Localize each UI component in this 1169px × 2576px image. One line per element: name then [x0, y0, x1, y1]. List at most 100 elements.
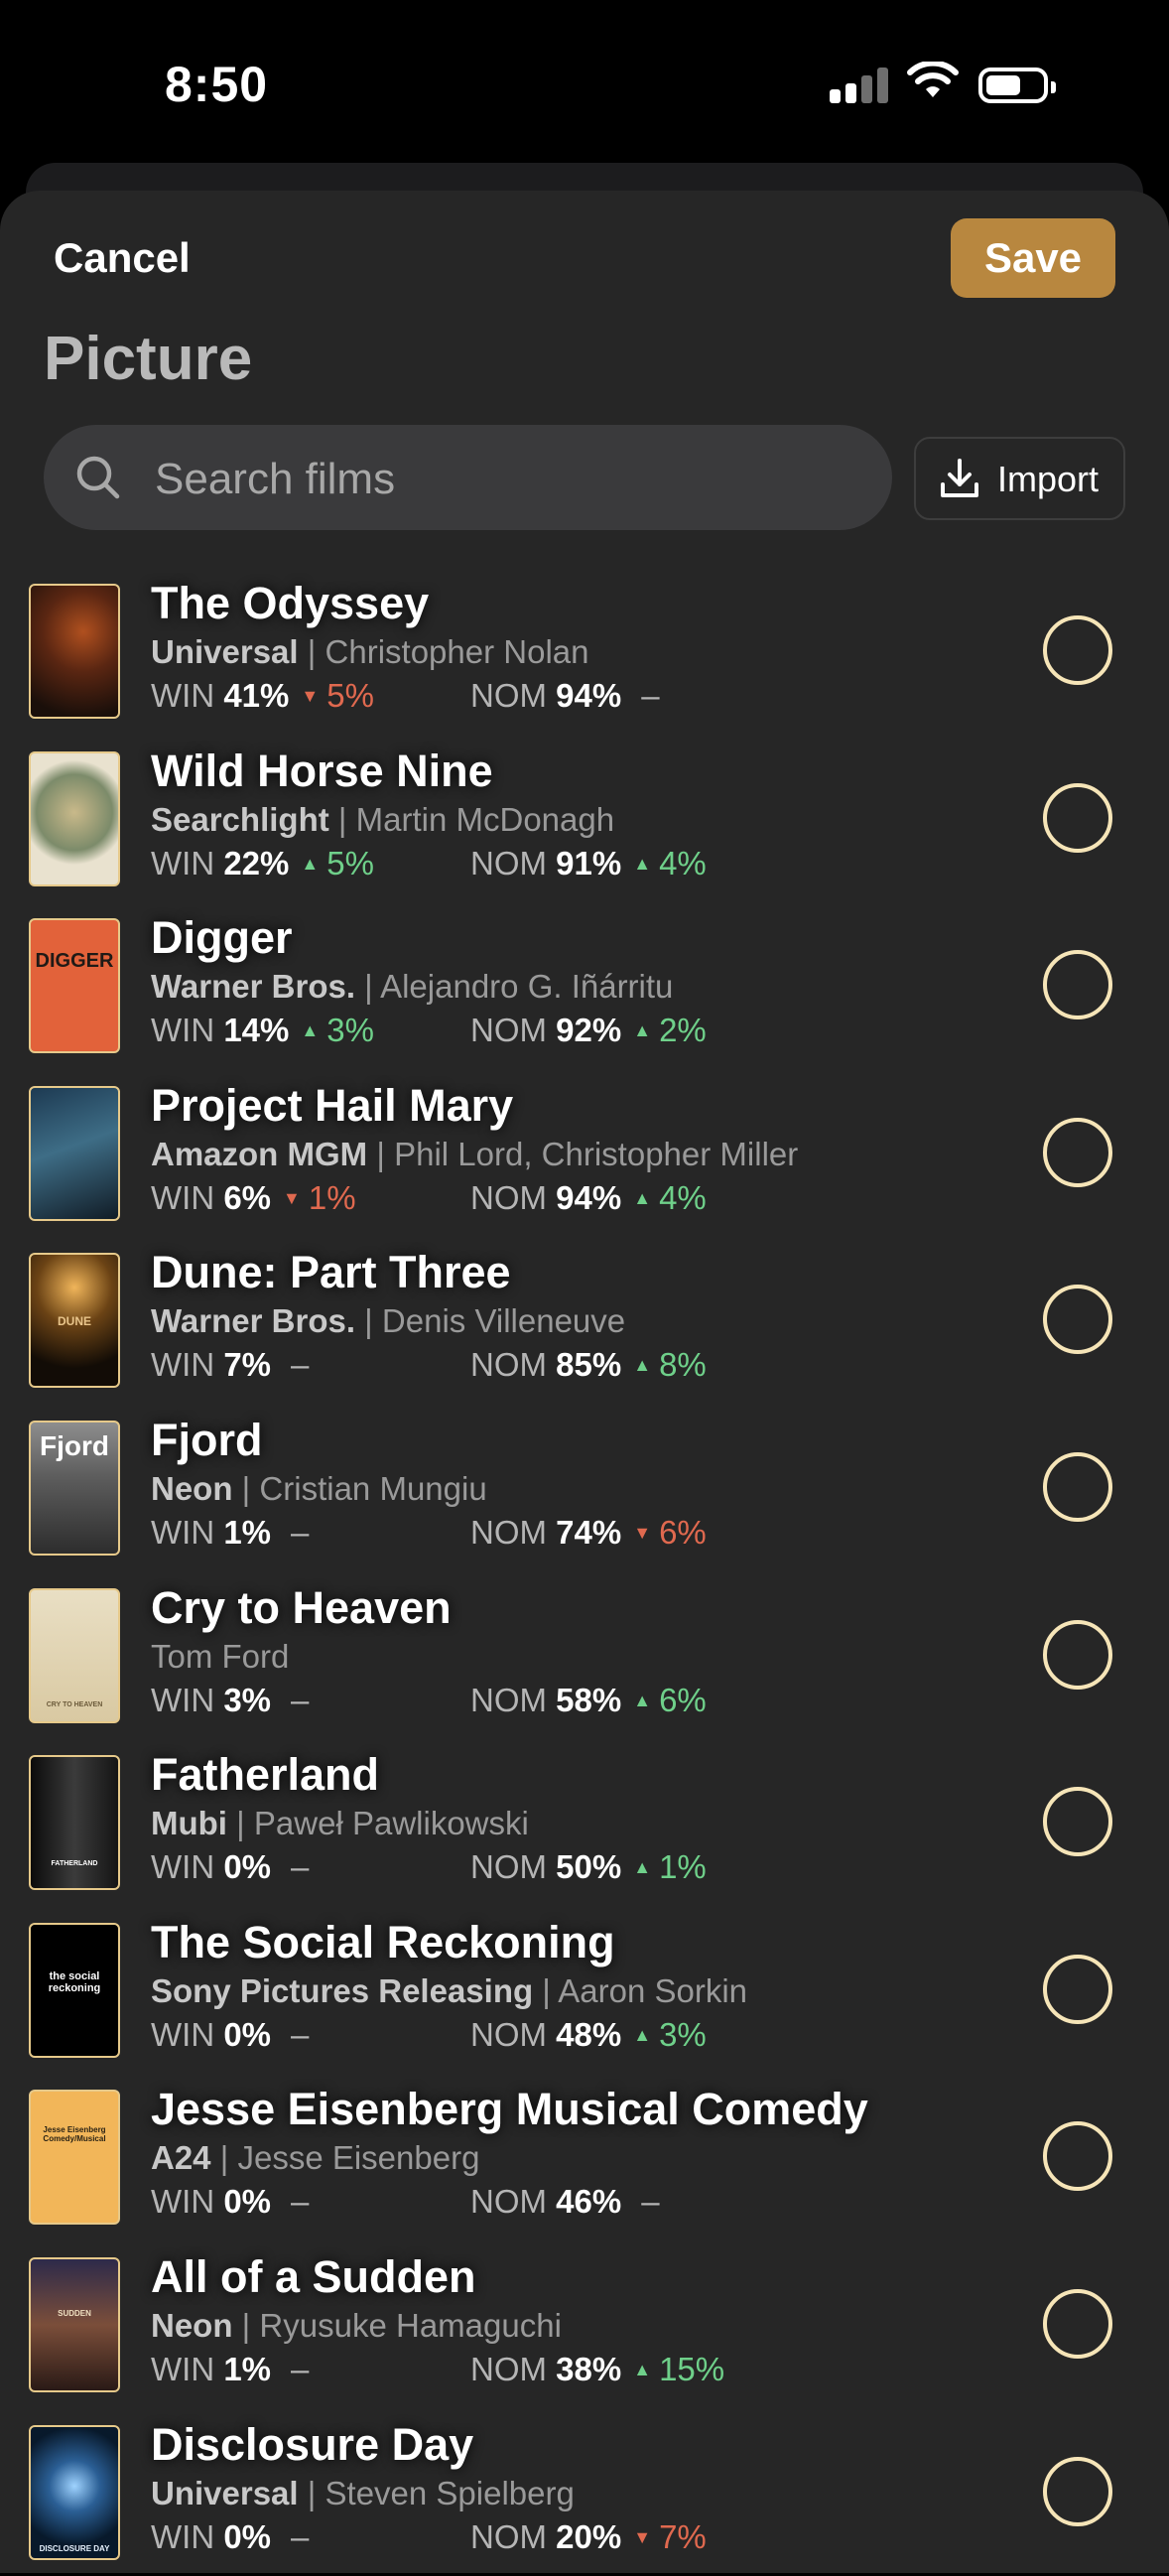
film-title: Dune: Part Three [151, 1247, 511, 1297]
film-row[interactable]: The Odyssey Universal | Christopher Nolan… [0, 568, 1169, 735]
film-director: Ryusuke Hamaguchi [259, 2307, 562, 2344]
film-studio: Neon [151, 1470, 233, 1507]
film-row[interactable]: Fjord Fjord Neon | Cristian Mungiu WIN 1% – N… [0, 1405, 1169, 1571]
import-button[interactable]: Import [914, 437, 1125, 520]
film-studio: Warner Bros. [151, 968, 355, 1005]
film-meta: Amazon MGM | Phil Lord, Christopher Mill… [151, 1136, 798, 1173]
win-label: WIN [151, 1179, 215, 1216]
film-odds: WIN 0% – NOM 50% ▲ 1% [151, 1848, 905, 1892]
nom-label: NOM [470, 845, 547, 881]
film-odds: WIN 0% – NOM 48% ▲ 3% [151, 2016, 905, 2060]
win-value: 0% [223, 2518, 272, 2555]
select-radio-button[interactable] [1043, 1452, 1112, 1522]
film-studio: Neon [151, 2307, 233, 2344]
meta-separator: | [355, 968, 381, 1005]
film-director: Tom Ford [151, 1638, 290, 1675]
nom-label: NOM [470, 2518, 547, 2555]
win-change: 5% [326, 677, 374, 714]
triangle-up-icon: ▲ 5% [289, 845, 374, 881]
film-row[interactable]: DUNE Dune: Part Three Warner Bros. | Denis… [0, 1237, 1169, 1404]
select-radio-button[interactable] [1043, 2121, 1112, 2191]
film-poster [29, 751, 120, 886]
no-change-dash-icon: – [641, 677, 660, 714]
film-poster: FATHERLAND [29, 1755, 120, 1890]
film-director: Denis Villeneuve [381, 1302, 626, 1339]
nom-change: 6% [659, 1682, 707, 1718]
nom-label: NOM [470, 2351, 547, 2387]
meta-separator: | [232, 2307, 260, 2344]
film-row[interactable]: the social reckoning The Social Reckoning… [0, 1907, 1169, 2074]
film-meta: Warner Bros. | Denis Villeneuve [151, 1302, 625, 1340]
select-radio-button[interactable] [1043, 950, 1112, 1019]
meta-separator: | [298, 633, 325, 670]
film-odds: WIN 22% ▲ 5% NOM 91% ▲ 4% [151, 845, 905, 888]
film-row[interactable]: Wild Horse Nine Searchlight | Martin McDo… [0, 736, 1169, 902]
win-odds: WIN 0% – [151, 2183, 309, 2221]
film-title: The Odyssey [151, 578, 430, 628]
nom-value: 94% [556, 1179, 622, 1216]
up-arrow-icon: ▲ [633, 1020, 652, 1040]
select-radio-button[interactable] [1043, 783, 1112, 853]
nom-value: 50% [556, 1848, 622, 1885]
meta-separator: | [210, 2139, 238, 2176]
poster-title: DUNE [57, 1314, 91, 1328]
win-odds: WIN 0% – [151, 2518, 309, 2556]
no-change-dash-icon: – [291, 1682, 310, 1718]
film-row[interactable]: FATHERLAND Fatherland Mubi | Paweł Pawliko… [0, 1739, 1169, 1906]
select-radio-button[interactable] [1043, 1955, 1112, 2024]
nom-label: NOM [470, 2183, 547, 2220]
select-radio-button[interactable] [1043, 1285, 1112, 1354]
film-odds: WIN 0% – NOM 20% ▼ 7% [151, 2518, 905, 2562]
battery-icon [978, 68, 1056, 103]
search-field[interactable]: Search films [44, 425, 892, 530]
film-poster: DISCLOSURE DAY [29, 2425, 120, 2560]
meta-separator: | [367, 1136, 395, 1172]
film-row[interactable]: Project Hail Mary Amazon MGM | Phil Lord,… [0, 1070, 1169, 1237]
win-value: 22% [223, 845, 290, 881]
film-row[interactable]: Jesse Eisenberg Comedy/Musical Jesse Eise… [0, 2074, 1169, 2240]
nom-change: 7% [659, 2518, 707, 2555]
poster-title: CRY TO HEAVEN [46, 1701, 103, 1708]
nom-odds: NOM 20% ▼ 7% [470, 2518, 707, 2556]
cancel-button[interactable]: Cancel [54, 234, 191, 282]
film-studio: Warner Bros. [151, 1302, 355, 1339]
win-odds: WIN 6% ▼ 1% [151, 1179, 356, 1217]
nom-value: 94% [556, 677, 622, 714]
film-odds: WIN 3% – NOM 58% ▲ 6% [151, 1682, 905, 1725]
select-radio-button[interactable] [1043, 1787, 1112, 1856]
film-director: Cristian Mungiu [259, 1470, 487, 1507]
triangle-up-icon: ▲ 6% [621, 1682, 707, 1718]
film-odds: WIN 41% ▼ 5% NOM 94% – [151, 677, 905, 721]
win-label: WIN [151, 1514, 215, 1551]
film-poster: the social reckoning [29, 1923, 120, 2058]
film-row[interactable]: CRY TO HEAVEN Cry to Heaven Tom Ford WIN 3%… [0, 1572, 1169, 1739]
film-studio: Universal [151, 2475, 299, 2511]
win-label: WIN [151, 2351, 215, 2387]
up-arrow-icon: ▲ [301, 1020, 320, 1040]
win-label: WIN [151, 1682, 215, 1718]
film-row[interactable]: SUDDEN All of a Sudden Neon | Ryusuke Hama… [0, 2241, 1169, 2408]
select-radio-button[interactable] [1043, 1620, 1112, 1690]
win-value: 0% [223, 1848, 272, 1885]
select-radio-button[interactable] [1043, 1118, 1112, 1187]
select-radio-button[interactable] [1043, 615, 1112, 685]
win-odds: WIN 0% – [151, 2016, 309, 2054]
select-radio-button[interactable] [1043, 2457, 1112, 2526]
nom-odds: NOM 92% ▲ 2% [470, 1012, 707, 1049]
triangle-up-icon: ▲ 15% [621, 2351, 724, 2387]
win-value: 14% [223, 1012, 290, 1048]
download-icon [941, 459, 978, 497]
film-row[interactable]: DIGGER Digger Warner Bros. | Alejandro G. … [0, 902, 1169, 1069]
page-title: Picture [44, 325, 253, 393]
film-meta: Universal | Christopher Nolan [151, 633, 588, 671]
film-title: The Social Reckoning [151, 1917, 615, 1967]
select-radio-button[interactable] [1043, 2289, 1112, 2359]
win-label: WIN [151, 845, 215, 881]
film-row[interactable]: DISCLOSURE DAY Disclosure Day Universal | … [0, 2409, 1169, 2576]
search-input[interactable]: Search films [155, 455, 395, 504]
film-meta: Universal | Steven Spielberg [151, 2475, 575, 2512]
save-button[interactable]: Save [951, 218, 1115, 298]
poster-title: the social reckoning [48, 1970, 101, 1994]
win-value: 41% [223, 677, 290, 714]
win-label: WIN [151, 1848, 215, 1885]
